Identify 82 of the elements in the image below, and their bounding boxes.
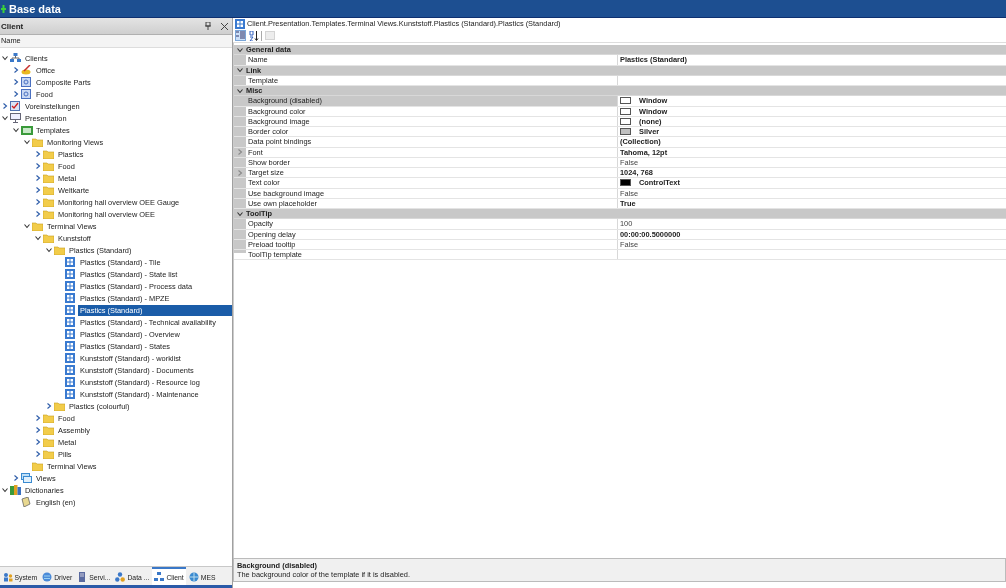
folder-icon bbox=[43, 425, 54, 435]
expand-icon[interactable] bbox=[35, 415, 41, 421]
expand-icon[interactable] bbox=[35, 151, 41, 157]
folder-icon bbox=[32, 137, 43, 147]
server-icon bbox=[77, 572, 88, 582]
folder-icon bbox=[43, 233, 54, 243]
network-icon bbox=[115, 572, 126, 582]
network-icon bbox=[10, 53, 21, 63]
folder-icon bbox=[43, 173, 54, 183]
checklist-icon bbox=[10, 101, 20, 111]
folder-icon bbox=[43, 437, 54, 447]
folder-icon bbox=[54, 245, 65, 255]
grid-view-icon bbox=[65, 365, 75, 375]
grid-view-icon bbox=[65, 257, 75, 267]
folder-icon bbox=[43, 185, 54, 195]
monitor-icon bbox=[10, 113, 21, 123]
alphabetical-button[interactable] bbox=[248, 30, 259, 41]
collapse-icon[interactable] bbox=[24, 139, 30, 145]
part-icon bbox=[21, 77, 31, 87]
grid-view-icon bbox=[65, 341, 75, 351]
grid-view-icon bbox=[65, 281, 75, 291]
books-icon bbox=[10, 485, 21, 495]
expand-icon[interactable] bbox=[13, 67, 19, 73]
expand-icon[interactable] bbox=[35, 175, 41, 181]
folder-icon bbox=[43, 197, 54, 207]
collapse-icon[interactable] bbox=[237, 67, 243, 74]
window-title: Base data bbox=[9, 2, 61, 15]
grid-view-icon bbox=[65, 269, 75, 279]
expand-icon[interactable] bbox=[46, 403, 52, 409]
grid-view-icon bbox=[65, 305, 75, 315]
expand-icon[interactable] bbox=[35, 451, 41, 457]
expand-icon[interactable] bbox=[35, 427, 41, 433]
collapse-icon[interactable] bbox=[237, 46, 243, 53]
expand-icon[interactable] bbox=[13, 91, 19, 97]
grid-view-icon bbox=[65, 377, 75, 387]
expand-icon[interactable] bbox=[35, 187, 41, 193]
folder-icon bbox=[43, 209, 54, 219]
expand-icon[interactable] bbox=[13, 475, 19, 481]
grid-view-icon bbox=[65, 329, 75, 339]
collapse-icon[interactable] bbox=[237, 87, 243, 94]
grid-view-icon bbox=[235, 18, 245, 29]
collapse-icon[interactable] bbox=[2, 115, 8, 121]
globe-icon bbox=[188, 572, 199, 582]
folder-icon bbox=[32, 221, 43, 231]
folder-icon bbox=[54, 401, 65, 411]
grid-view-icon bbox=[65, 353, 75, 363]
folder-icon bbox=[43, 161, 54, 171]
collapse-icon[interactable] bbox=[237, 210, 243, 217]
folder-icon bbox=[43, 413, 54, 423]
collapse-icon[interactable] bbox=[24, 223, 30, 229]
plus-icon bbox=[1, 4, 6, 13]
grid-view-icon bbox=[65, 317, 75, 327]
expand-icon[interactable] bbox=[35, 439, 41, 445]
panel-title: Client bbox=[1, 21, 25, 31]
folder-icon bbox=[32, 461, 43, 471]
pages-icon bbox=[264, 31, 275, 40]
globe-icon bbox=[42, 572, 53, 582]
grid-view-icon bbox=[65, 293, 75, 303]
expand-icon[interactable] bbox=[13, 79, 19, 85]
windows-icon bbox=[21, 473, 32, 483]
folder-icon bbox=[43, 449, 54, 459]
close-icon[interactable] bbox=[221, 22, 228, 30]
collapse-icon[interactable] bbox=[2, 487, 8, 493]
expand-icon[interactable] bbox=[35, 199, 41, 205]
collapse-icon[interactable] bbox=[46, 247, 52, 253]
pin-icon[interactable] bbox=[205, 22, 211, 30]
expand-icon[interactable] bbox=[2, 103, 8, 109]
grid-view-icon bbox=[65, 389, 75, 399]
template-icon bbox=[21, 125, 33, 135]
collapse-icon[interactable] bbox=[13, 127, 19, 133]
book-icon bbox=[21, 497, 31, 507]
sort-icon bbox=[248, 30, 259, 41]
part-icon bbox=[21, 89, 31, 99]
pencil-cup-icon bbox=[21, 65, 32, 75]
network-icon bbox=[154, 572, 165, 582]
expand-icon[interactable] bbox=[35, 163, 41, 169]
folder-icon bbox=[43, 149, 54, 159]
collapse-icon[interactable] bbox=[35, 235, 41, 241]
expand-icon[interactable] bbox=[35, 211, 41, 217]
categorized-icon bbox=[236, 31, 245, 40]
collapse-icon[interactable] bbox=[2, 55, 8, 61]
people-icon bbox=[2, 572, 13, 582]
